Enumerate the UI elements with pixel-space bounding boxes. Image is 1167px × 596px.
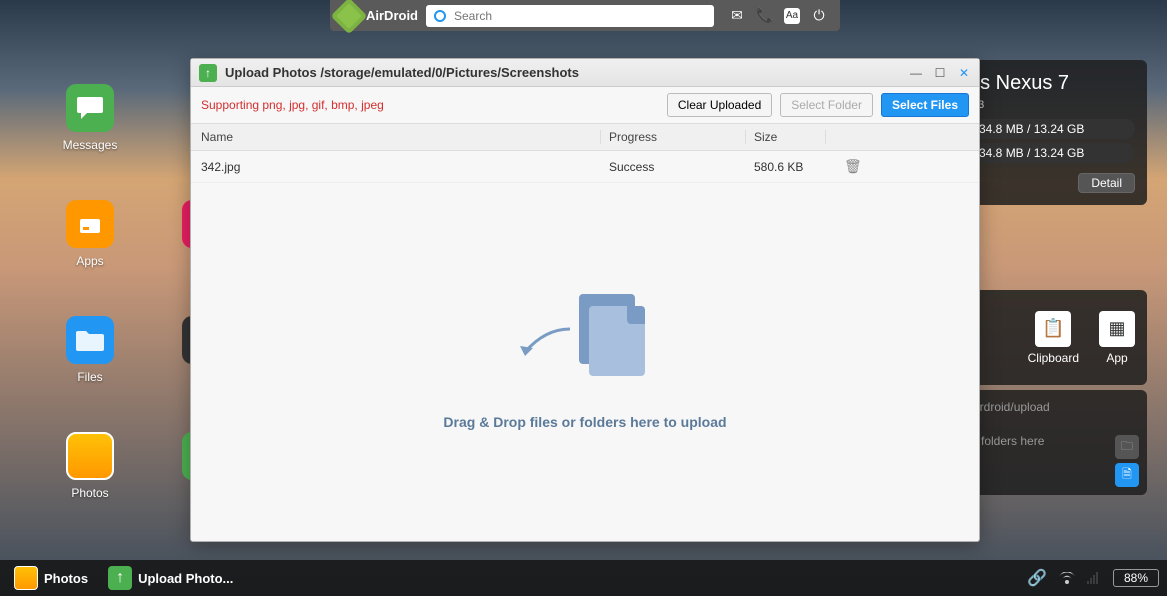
drop-illustration <box>515 294 655 384</box>
desktop-label: Messages <box>60 138 120 152</box>
desktop-icon-files[interactable]: Files <box>60 316 120 384</box>
file-size: 580.6 KB <box>746 160 826 174</box>
desktop-icon-apps[interactable]: Apps <box>60 200 120 268</box>
upload-path: /airdroid/upload <box>967 400 1137 414</box>
taskbar-status: 🔗 88% <box>1027 568 1159 588</box>
device-title: us Nexus 7 <box>969 72 1135 95</box>
file-name: 342.jpg <box>191 160 601 174</box>
upload-path-panel: /airdroid/upload or folders here 🗀 🗎 <box>957 390 1147 495</box>
power-icon[interactable]: ⏻ <box>810 7 828 25</box>
topbar-actions: ✉ 📞 Aa ⏻ <box>722 7 834 25</box>
clear-uploaded-button[interactable]: Clear Uploaded <box>667 93 772 117</box>
file-progress: Success <box>601 160 746 174</box>
column-size: Size <box>746 130 826 144</box>
upload-hint: or folders here <box>967 434 1137 448</box>
desktop-label: Photos <box>60 486 120 500</box>
search-icon <box>434 10 446 22</box>
desktop-icon-messages[interactable]: Messages <box>60 84 120 152</box>
file-upload-icon[interactable]: 🗎 <box>1115 463 1139 487</box>
font-icon[interactable]: Aa <box>784 8 800 24</box>
drop-zone[interactable]: Drag & Drop files or folders here to upl… <box>191 183 979 541</box>
phone-icon[interactable]: 📞 <box>756 7 774 25</box>
upload-dialog: ↑ Upload Photos /storage/emulated/0/Pict… <box>190 58 980 542</box>
search-input[interactable] <box>454 9 706 23</box>
taskbar: Photos ↑ Upload Photo... 🔗 88% <box>0 560 1167 596</box>
upload-taskbar-icon: ↑ <box>108 566 132 590</box>
table-header: Name Progress Size <box>191 123 979 151</box>
photos-taskbar-icon <box>14 566 38 590</box>
apps-icon <box>66 200 114 248</box>
photos-icon <box>66 432 114 480</box>
signal-icon[interactable] <box>1087 572 1101 584</box>
storage-stat: 34.8 MB / 13.24 GB <box>969 119 1135 139</box>
table-row[interactable]: 342.jpg Success 580.6 KB 🗑 <box>191 151 979 183</box>
taskbar-item-photos[interactable]: Photos <box>8 564 94 592</box>
files-icon <box>66 316 114 364</box>
upload-icon: ↑ <box>199 64 217 82</box>
maximize-icon[interactable]: ☐ <box>933 66 947 80</box>
arrow-icon <box>515 324 575 364</box>
drop-hint: Drag & Drop files or folders here to upl… <box>443 414 726 430</box>
tools-panel: 📋 Clipboard ▦ App <box>957 290 1147 385</box>
detail-button[interactable]: Detail <box>1078 173 1135 193</box>
app-tool[interactable]: ▦ App <box>1099 311 1135 365</box>
messages-icon <box>66 84 114 132</box>
column-name: Name <box>191 130 601 144</box>
app-tool-icon: ▦ <box>1099 311 1135 347</box>
device-info-panel: us Nexus 7 4.3 34.8 MB / 13.24 GB 34.8 M… <box>957 60 1147 205</box>
wifi-icon[interactable] <box>1059 572 1075 584</box>
desktop-icon-photos[interactable]: Photos <box>60 432 120 500</box>
tool-label: Clipboard <box>1028 351 1079 365</box>
desktop-label: Files <box>60 370 120 384</box>
select-files-button[interactable]: Select Files <box>881 93 969 117</box>
minimize-icon[interactable]: — <box>909 66 923 80</box>
top-bar: AirDroid ✉ 📞 Aa ⏻ <box>330 0 840 31</box>
select-folder-button[interactable]: Select Folder <box>780 93 873 117</box>
search-box[interactable] <box>426 5 714 27</box>
dialog-titlebar[interactable]: ↑ Upload Photos /storage/emulated/0/Pict… <box>191 59 979 87</box>
trash-icon[interactable]: 🗑 <box>826 158 862 174</box>
link-icon[interactable]: 🔗 <box>1027 568 1047 588</box>
dialog-toolbar: Supporting png, jpg, gif, bmp, jpeg Clea… <box>191 87 979 123</box>
close-icon[interactable]: ✕ <box>957 66 971 80</box>
battery-indicator[interactable]: 88% <box>1113 569 1159 587</box>
taskbar-label: Photos <box>44 571 88 586</box>
brand-text: AirDroid <box>366 8 418 23</box>
folder-icon[interactable]: 🗀 <box>1115 435 1139 459</box>
column-progress: Progress <box>601 130 746 144</box>
desktop-label: Apps <box>60 254 120 268</box>
tool-label: App <box>1099 351 1135 365</box>
brand-logo[interactable]: AirDroid <box>336 3 418 29</box>
dialog-title: Upload Photos /storage/emulated/0/Pictur… <box>225 65 901 80</box>
taskbar-item-upload[interactable]: ↑ Upload Photo... <box>102 564 239 592</box>
storage-stat: 34.8 MB / 13.24 GB <box>969 143 1135 163</box>
taskbar-label: Upload Photo... <box>138 571 233 586</box>
device-version: 4.3 <box>969 99 1135 111</box>
mail-icon[interactable]: ✉ <box>728 7 746 25</box>
airdroid-logo-icon <box>331 0 368 34</box>
supported-formats: Supporting png, jpg, gif, bmp, jpeg <box>201 98 659 112</box>
clipboard-icon: 📋 <box>1035 311 1071 347</box>
clipboard-tool[interactable]: 📋 Clipboard <box>1028 311 1079 365</box>
